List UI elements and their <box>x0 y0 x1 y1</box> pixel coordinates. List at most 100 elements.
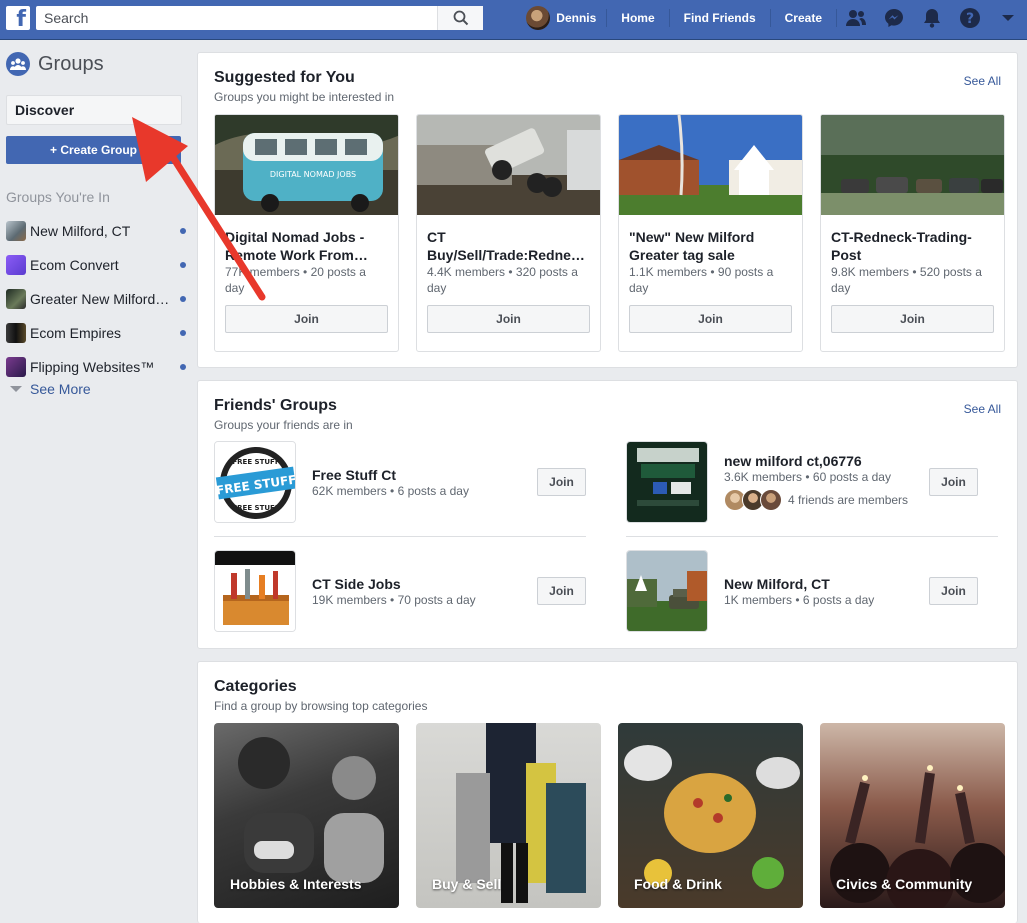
suggested-group-card[interactable]: DIGITAL NOMAD JOBS Digital Nomad Jobs - … <box>214 114 399 352</box>
group-name: "New" New Milford Greater tag sale <box>629 229 755 263</box>
unread-dot <box>180 330 186 336</box>
category-label: Civics & Community <box>836 876 973 892</box>
group-stats: 19K members • 70 posts a day <box>312 593 476 607</box>
group-stats: 62K members • 6 posts a day <box>312 484 469 498</box>
section-title: Categories <box>214 678 297 695</box>
unread-dot <box>180 262 186 268</box>
sidebar-item-label: Ecom Convert <box>30 257 119 273</box>
group-name: CT-Redneck-Trading-Post <box>831 229 972 263</box>
group-name: new milford ct,06776 <box>724 453 862 469</box>
friends-group-item[interactable]: FREE STUFF FREE STUFF FREE STUFF Free Stuf… <box>214 441 586 523</box>
friends-groups-card: Friends' Groups Groups your friends are … <box>197 380 1018 649</box>
category-hobbies-interests[interactable]: Hobbies & Interests <box>214 723 399 908</box>
join-button[interactable]: Join <box>225 305 388 333</box>
divider <box>214 536 586 537</box>
account-menu-icon[interactable] <box>989 0 1027 36</box>
find-friends-link[interactable]: Find Friends <box>670 0 770 36</box>
sidebar-item-new-milford-ct[interactable]: New Milford, CT <box>6 214 186 248</box>
group-stats: 1K members • 6 posts a day <box>724 593 875 607</box>
group-cover-image <box>619 115 802 215</box>
category-buy-sell[interactable]: Buy & Sell <box>416 723 601 908</box>
search-button[interactable] <box>437 6 483 30</box>
join-button[interactable]: Join <box>537 577 586 605</box>
group-name: Free Stuff Ct <box>312 467 396 483</box>
free-stuff-badge-bottom: FREE STUFF <box>232 504 279 512</box>
join-button[interactable]: Join <box>929 468 978 496</box>
category-food-drink[interactable]: Food & Drink <box>618 723 803 908</box>
divider <box>626 536 998 537</box>
avatar <box>526 6 551 30</box>
group-stats: 1.1K members • 90 posts a day <box>629 265 774 295</box>
help-icon[interactable]: ? <box>951 0 989 36</box>
section-subtitle: Find a group by browsing top categories <box>214 699 428 713</box>
avatar <box>760 489 782 511</box>
notifications-icon[interactable] <box>913 0 951 36</box>
suggested-group-card[interactable]: CT-Redneck-Trading-Post 9.8K members • 5… <box>820 114 1005 352</box>
page-title: Groups <box>38 52 104 75</box>
group-stats: 4.4K members • 320 posts a day <box>427 265 578 295</box>
group-thumbnail <box>626 441 708 523</box>
suggested-for-you-card: Suggested for You Groups you might be in… <box>197 52 1018 368</box>
friend-requests-icon[interactable] <box>837 0 875 36</box>
discover-tab[interactable]: Discover <box>6 95 182 125</box>
sidebar-item-greater-new-milford[interactable]: Greater New Milford… <box>6 282 186 316</box>
create-group-button[interactable]: + Create Group <box>6 136 181 164</box>
see-all-link[interactable]: See All <box>964 402 1001 416</box>
group-thumbnail <box>6 357 26 377</box>
profile-link[interactable]: Dennis <box>526 0 606 36</box>
category-label: Hobbies & Interests <box>230 876 362 892</box>
groups-header: Groups <box>6 52 104 76</box>
group-cover-image: DIGITAL NOMAD JOBS <box>215 115 398 215</box>
sidebar-item-ecom-convert[interactable]: Ecom Convert <box>6 248 186 282</box>
suggested-group-card[interactable]: CT Buy/Sell/Trade:Redne… 4.4K members • … <box>416 114 601 352</box>
groups-list: New Milford, CT Ecom Convert Greater New… <box>6 214 186 384</box>
create-link[interactable]: Create <box>771 0 836 36</box>
see-all-link[interactable]: See All <box>964 74 1001 88</box>
svg-text:DIGITAL NOMAD JOBS: DIGITAL NOMAD JOBS <box>270 170 356 179</box>
join-button[interactable]: Join <box>629 305 792 333</box>
unread-dot <box>180 228 186 234</box>
suggested-groups-row: DIGITAL NOMAD JOBS Digital Nomad Jobs - … <box>214 114 1005 352</box>
svg-text:?: ? <box>966 11 974 27</box>
group-cover-image <box>417 115 600 215</box>
join-button[interactable]: Join <box>831 305 994 333</box>
facebook-logo-icon[interactable]: f <box>6 6 30 30</box>
sidebar-item-flipping-websites[interactable]: Flipping Websites™ <box>6 350 186 384</box>
group-thumbnail <box>626 550 708 632</box>
friends-members-row: 4 friends are members <box>724 489 908 511</box>
group-name: Digital Nomad Jobs - Remote Work From… <box>225 229 368 263</box>
friends-group-item[interactable]: CT Side Jobs 19K members • 70 posts a da… <box>214 550 586 632</box>
group-thumbnail <box>6 289 26 309</box>
group-thumbnail <box>6 221 26 241</box>
group-cover-image <box>821 115 1004 215</box>
see-more-link[interactable]: See More <box>10 381 91 397</box>
section-title: Suggested for You <box>214 69 355 86</box>
category-civics-community[interactable]: Civics & Community <box>820 723 1005 908</box>
groups-icon <box>6 52 30 76</box>
sidebar-item-ecom-empires[interactable]: Ecom Empires <box>6 316 186 350</box>
suggested-group-card[interactable]: "New" New Milford Greater tag sale 1.1K … <box>618 114 803 352</box>
chevron-down-icon <box>10 386 22 392</box>
see-more-label: See More <box>30 381 91 397</box>
group-thumbnail: FREE STUFF FREE STUFF FREE STUFF <box>214 441 296 523</box>
group-stats: 3.6K members • 60 posts a day <box>724 470 891 484</box>
join-button[interactable]: Join <box>427 305 590 333</box>
group-stats: 9.8K members • 520 posts a day <box>831 265 982 295</box>
sidebar-item-label: New Milford, CT <box>30 223 131 239</box>
group-stats: 77K members • 20 posts a day <box>225 265 366 295</box>
search-input[interactable] <box>36 6 437 30</box>
home-link[interactable]: Home <box>607 0 668 36</box>
friends-group-item[interactable]: New Milford, CT 1K members • 6 posts a d… <box>626 550 998 632</box>
join-button[interactable]: Join <box>537 468 586 496</box>
sidebar-item-label: Ecom Empires <box>30 325 122 341</box>
friends-group-item[interactable]: new milford ct,06776 3.6K members • 60 p… <box>626 441 998 523</box>
category-label: Food & Drink <box>634 876 722 892</box>
search-box <box>36 6 483 30</box>
join-button[interactable]: Join <box>929 577 978 605</box>
categories-row: Hobbies & Interests Buy & Sell Food & Dr… <box>214 723 1005 908</box>
sidebar-item-label: Flipping Websites™ <box>30 359 155 375</box>
group-thumbnail <box>214 550 296 632</box>
groups-youre-in-heading: Groups You're In <box>6 189 110 205</box>
group-thumbnail <box>6 323 26 343</box>
messenger-icon[interactable] <box>875 0 913 36</box>
